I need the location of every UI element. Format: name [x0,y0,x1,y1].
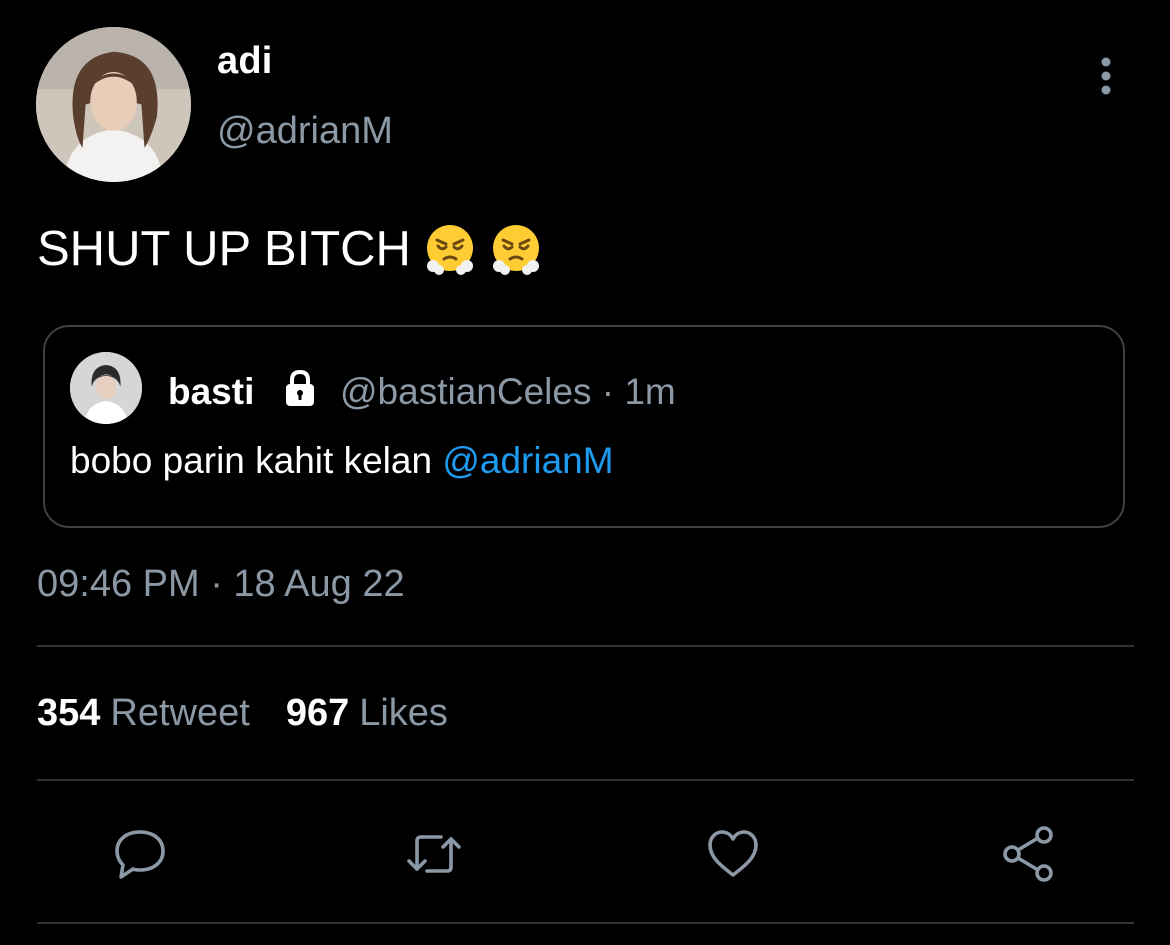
like-icon[interactable] [702,823,764,885]
tweet-timestamp[interactable]: 09:46 PM · 18 Aug 22 [37,563,405,606]
tweet-text: SHUT UP BITCH [37,221,543,277]
likes-stat[interactable]: 967 Likes [286,692,448,735]
lock-icon [278,367,322,411]
profile-photo [36,27,191,182]
like-label: Likes [359,692,448,734]
steam-face-emoji-icon [423,222,477,276]
quoted-handle-time[interactable]: @bastianCeles · 1m [340,371,676,413]
like-count: 967 [285,692,350,734]
quoted-tweet-text: bobo parin kahit kelan @adrianM [70,440,614,482]
tweet-stats: 354 Retweet 967 Likes [37,692,484,735]
author-handle[interactable]: @adrianM [217,110,393,153]
steam-face-emoji-icon [489,222,543,276]
divider [37,922,1134,924]
divider [37,779,1134,781]
divider [37,645,1134,647]
quoted-text-content: bobo parin kahit kelan [70,440,443,481]
reply-icon[interactable] [109,823,171,885]
quoted-author-name[interactable]: basti [168,371,254,413]
author-display-name[interactable]: adi [217,40,273,83]
retweet-icon[interactable] [403,823,465,885]
mention-link[interactable]: @adrianM [442,440,613,481]
share-icon[interactable] [998,823,1060,885]
quoted-author-avatar[interactable] [70,352,142,424]
tweet-detail: adi @adrianM SHUT UP BITCH basti @bastia… [0,0,1170,945]
retweet-stat[interactable]: 354 Retweet [37,692,250,735]
quoted-tweet-card[interactable]: basti @bastianCeles · 1m bobo parin kahi… [43,325,1125,528]
retweet-count: 354 [37,692,101,734]
tweet-text-content: SHUT UP BITCH [37,222,411,276]
author-avatar[interactable] [36,27,191,182]
more-options-icon[interactable] [1088,52,1124,100]
retweet-label: Retweet [110,692,250,734]
